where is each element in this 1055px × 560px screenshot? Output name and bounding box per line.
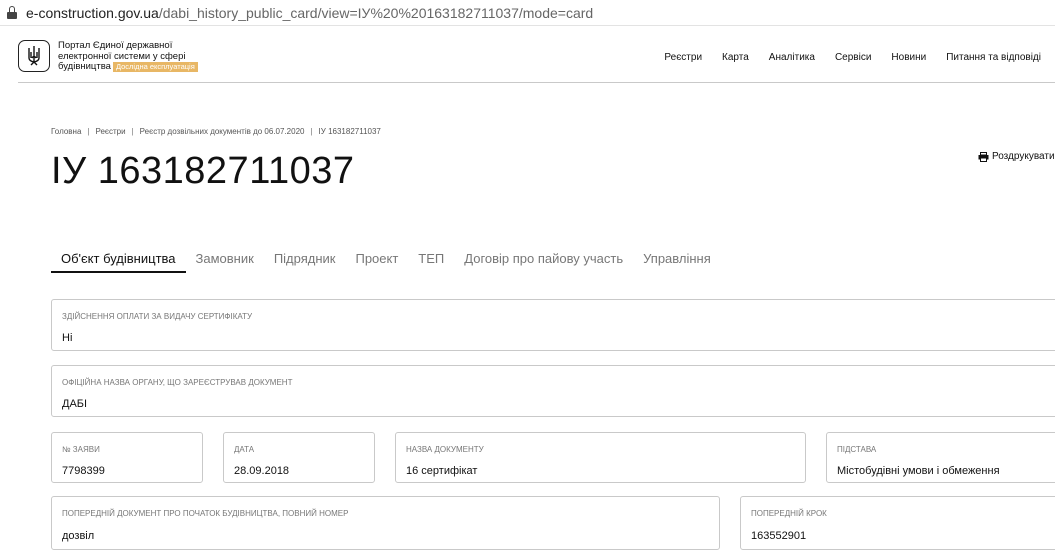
tab-share-agreement[interactable]: Договір про пайову участь <box>454 251 633 273</box>
field-application-no: № заяви 7798399 <box>51 432 203 483</box>
tab-tep[interactable]: ТЕП <box>408 251 454 273</box>
print-button[interactable]: Роздрукувати <box>978 151 1055 162</box>
printer-icon <box>978 151 989 162</box>
tab-customer[interactable]: Замовник <box>186 251 264 273</box>
trident-icon <box>28 46 40 66</box>
field-doc-name: Назва документу 16 сертифікат <box>395 432 806 483</box>
field-label: Здійснення оплати за видачу сертифікату <box>62 312 253 321</box>
field-organ: Офіційна назва органу, що зареєстрував д… <box>51 365 1055 417</box>
breadcrumb: Головна | Реєстри | Реєстр дозвільних докуме… <box>51 127 381 136</box>
field-prev-doc: Попередній документ про початок будівниц… <box>51 496 720 550</box>
field-prev-step: Попередній крок 163552901 <box>740 496 1055 550</box>
breadcrumb-registries[interactable]: Реєстри <box>95 127 125 136</box>
nav-faq[interactable]: Питання та відповіді <box>946 52 1041 63</box>
nav-analytics[interactable]: Аналітика <box>769 52 815 63</box>
url-text[interactable]: e-construction.gov.ua/dabi_history_publi… <box>26 5 593 21</box>
tab-contractor[interactable]: Підрядник <box>264 251 346 273</box>
site-header: Портал Єдиної державної електронної сист… <box>18 36 1055 83</box>
field-value: 163552901 <box>751 530 807 542</box>
field-payment: Здійснення оплати за видачу сертифікату … <box>51 299 1055 351</box>
browser-url-bar[interactable]: e-construction.gov.ua/dabi_history_publi… <box>0 0 1055 26</box>
field-value: 28.09.2018 <box>234 465 290 477</box>
main-nav: Реєстри Карта Аналітика Сервіси Новини П… <box>644 52 1041 63</box>
field-label: Офіційна назва органу, що зареєстрував д… <box>62 378 293 387</box>
field-label: Дата <box>234 445 255 454</box>
nav-registries[interactable]: Реєстри <box>664 52 702 63</box>
coat-of-arms-logo[interactable] <box>18 40 50 72</box>
breadcrumb-current: ІУ 163182711037 <box>318 127 381 136</box>
field-label: Підстава <box>837 445 877 454</box>
field-value: 7798399 <box>62 465 105 477</box>
field-value: Ні <box>62 332 73 344</box>
breadcrumb-home[interactable]: Головна <box>51 127 81 136</box>
nav-map[interactable]: Карта <box>722 52 749 63</box>
beta-badge: Дослідна експлуатація <box>112 62 198 72</box>
field-label: Попередній документ про початок будівниц… <box>62 509 349 518</box>
field-date: Дата 28.09.2018 <box>223 432 375 483</box>
field-label: Попередній крок <box>751 509 827 518</box>
tab-management[interactable]: Управління <box>633 251 721 273</box>
field-value: дозвіл <box>62 530 95 542</box>
field-value: ДАБІ <box>62 398 88 410</box>
tabs: Об'єкт будівництва Замовник Підрядник Пр… <box>51 251 721 273</box>
portal-title[interactable]: Портал Єдиної державної електронної сист… <box>58 40 228 73</box>
breadcrumb-permit-registry[interactable]: Реєстр дозвільних документів до 06.07.20… <box>140 127 305 136</box>
lock-icon <box>6 5 18 20</box>
tab-project[interactable]: Проект <box>345 251 408 273</box>
page-title: ІУ 163182711037 <box>51 150 355 192</box>
field-label: Назва документу <box>406 445 484 454</box>
field-value: Містобудівні умови і обмеження <box>837 465 1000 477</box>
nav-news[interactable]: Новини <box>891 52 926 63</box>
field-basis: Підстава Містобудівні умови і обмеження <box>826 432 1055 483</box>
print-label: Роздрукувати <box>992 151 1055 162</box>
tab-construction-object[interactable]: Об'єкт будівництва <box>51 251 186 273</box>
field-value: 16 сертифікат <box>406 465 478 477</box>
nav-services[interactable]: Сервіси <box>835 52 871 63</box>
field-label: № заяви <box>62 445 100 454</box>
